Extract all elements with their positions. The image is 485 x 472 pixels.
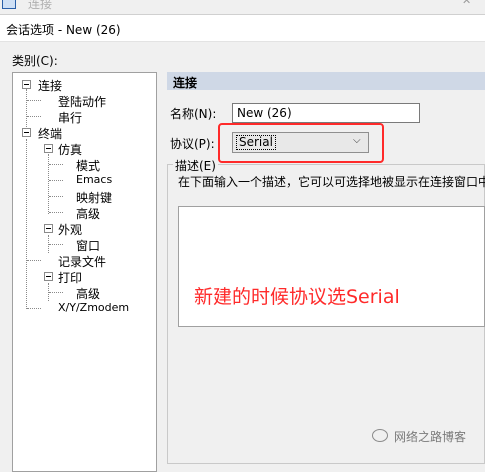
tree-connector [27, 116, 41, 117]
annotation-text: 新建的时候协议选Serial [194, 286, 400, 308]
category-label: 类别(C): [12, 54, 58, 68]
tree-item-serial[interactable]: 串行 [58, 109, 82, 126]
tree-connector [26, 139, 27, 309]
category-tree[interactable]: 连接 登陆动作 串行 终端 仿真 模式 Emacs 映射键 高级 外观 窗口 记… [12, 72, 157, 472]
name-label: 名称(N): [170, 107, 217, 121]
watermark: 网络之路博客 [372, 428, 466, 445]
tree-item-printing[interactable]: 打印 [58, 269, 82, 286]
tree-item-connection[interactable]: 连接 [38, 77, 62, 94]
tree-item-xyzmodem[interactable]: X/Y/Zmodem [58, 301, 129, 314]
description-label: 描述(E) [173, 157, 218, 174]
tree-connector [27, 100, 41, 101]
tree-connector [27, 308, 41, 309]
tree-item-appearance[interactable]: 外观 [58, 221, 82, 238]
collapse-icon[interactable] [44, 144, 53, 153]
tree-connector [49, 180, 63, 181]
tree-connector [49, 164, 63, 165]
highlight-box [218, 123, 384, 163]
collapse-icon[interactable] [44, 224, 53, 233]
watermark-text: 网络之路博客 [394, 430, 467, 444]
tree-item-modes[interactable]: 模式 [76, 157, 100, 174]
tree-connector [49, 212, 63, 213]
tree-connector [27, 260, 41, 261]
tree-item-emacs[interactable]: Emacs [76, 173, 112, 186]
collapse-icon[interactable] [44, 272, 53, 281]
dialog-title-bar: 会话选项 - New (26) [0, 14, 485, 42]
wechat-icon [372, 429, 388, 442]
close-icon[interactable]: ✕ [462, 0, 471, 7]
app-icon [2, 0, 16, 9]
tree-connector [49, 244, 63, 245]
collapse-icon[interactable] [22, 80, 31, 89]
dialog-title: 会话选项 - New (26) [6, 23, 121, 37]
parent-window-title: 连接 [28, 0, 53, 11]
tree-item-logon-actions[interactable]: 登陆动作 [58, 93, 106, 110]
tree-item-print-advanced[interactable]: 高级 [76, 285, 100, 302]
tree-connector [49, 196, 63, 197]
section-title: 连接 [173, 76, 198, 90]
tree-item-mapped-keys[interactable]: 映射键 [76, 189, 112, 206]
tree-item-terminal[interactable]: 终端 [38, 125, 62, 142]
tree-item-emulation[interactable]: 仿真 [58, 141, 82, 158]
description-hint: 在下面输入一个描述，它可以可选择地被显示在连接窗口中 [178, 175, 485, 189]
protocol-label: 协议(P): [170, 137, 215, 151]
tree-connector [26, 89, 27, 131]
section-header: 连接 [167, 72, 485, 90]
tree-connector [49, 292, 63, 293]
collapse-icon[interactable] [22, 128, 31, 137]
tree-item-advanced[interactable]: 高级 [76, 205, 100, 222]
tree-item-log-file[interactable]: 记录文件 [58, 253, 106, 270]
parent-window-strip: 连接 ✕ [0, 0, 485, 14]
name-field[interactable] [232, 103, 420, 123]
tree-item-window[interactable]: 窗口 [76, 237, 100, 254]
tree-connector [48, 154, 49, 214]
